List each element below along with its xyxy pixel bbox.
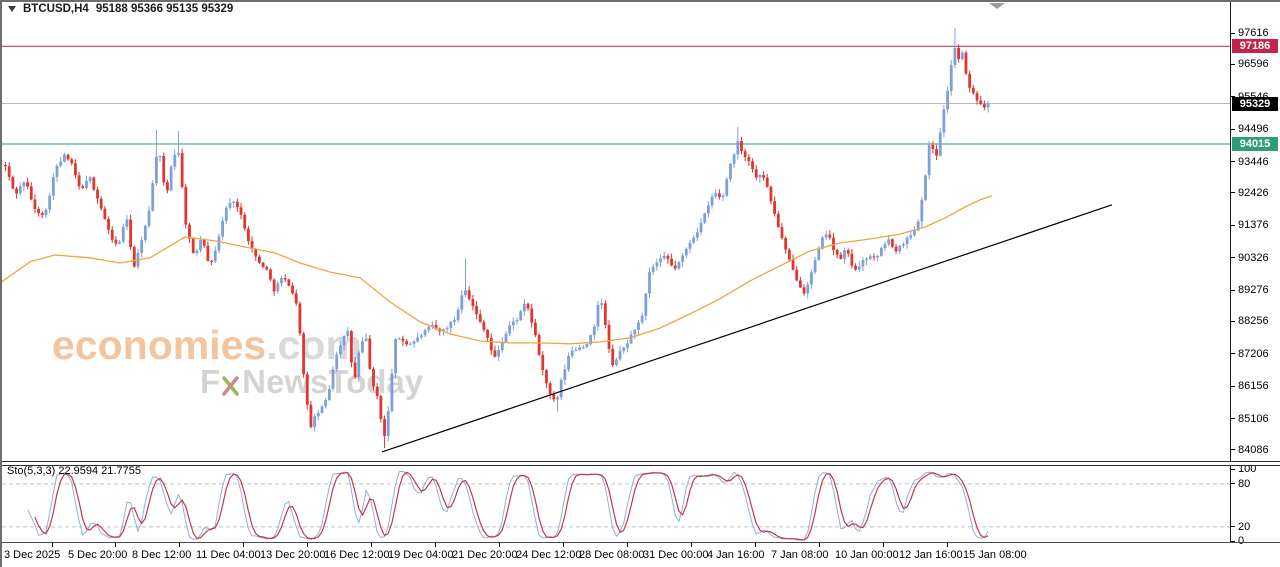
time-axis-label: 5 Dec 20:00 bbox=[68, 549, 127, 561]
price-axis-label: 90326 bbox=[1238, 252, 1269, 264]
price-chart-canvas[interactable] bbox=[0, 0, 1230, 462]
price-axis-label: 89276 bbox=[1238, 284, 1269, 296]
time-axis-tick bbox=[691, 543, 692, 547]
time-axis-label: 21 Dec 20:00 bbox=[452, 549, 517, 561]
chart-title: BTCUSD,H4 95188 95366 95135 95329 bbox=[8, 3, 233, 15]
time-axis-tick bbox=[435, 543, 436, 547]
time-axis-label: 19 Dec 04:00 bbox=[388, 549, 453, 561]
price-axis-label: 96596 bbox=[1238, 58, 1269, 70]
pane-separator[interactable] bbox=[0, 461, 1280, 466]
time-axis-label: 8 Dec 12:00 bbox=[132, 549, 191, 561]
mt4-chart-window: economies.com F NewsToday BTCUSD,H4 9518… bbox=[0, 0, 1280, 567]
price-axis-label: 92426 bbox=[1238, 187, 1269, 199]
chart-title-ohlc: 95188 95366 95135 95329 bbox=[96, 3, 234, 15]
time-axis-label: 7 Jan 08:00 bbox=[771, 549, 829, 561]
time-axis-tick bbox=[627, 543, 628, 547]
time-axis-tick bbox=[755, 543, 756, 547]
time-axis-label: 4 Jan 16:00 bbox=[707, 549, 765, 561]
time-axis-label: 12 Jan 16:00 bbox=[899, 549, 963, 561]
symbol-dropdown-icon[interactable] bbox=[8, 6, 16, 12]
window-border-left bbox=[0, 0, 2, 567]
resistance-price-tag[interactable]: 97186 bbox=[1232, 39, 1278, 53]
price-axis-label: 85106 bbox=[1238, 413, 1269, 425]
price-axis-label: 88256 bbox=[1238, 315, 1269, 327]
price-axis-label: 91376 bbox=[1238, 219, 1269, 231]
time-axis-label: 15 Jan 08:00 bbox=[963, 549, 1027, 561]
price-axis-label: 86156 bbox=[1238, 380, 1269, 392]
time-axis-label: 24 Dec 12:00 bbox=[516, 549, 581, 561]
price-axis-label: 93446 bbox=[1238, 156, 1269, 168]
price-axis-label: 97616 bbox=[1238, 27, 1269, 39]
time-axis-divider bbox=[0, 542, 1280, 543]
time-axis-label: 28 Dec 08:00 bbox=[579, 549, 644, 561]
current-price-tag: 95329 bbox=[1232, 97, 1278, 111]
stochastic-label: Sto(5,3,3) 22.9594 21.7755 bbox=[7, 465, 141, 477]
time-axis-tick bbox=[115, 543, 116, 547]
stochastic-canvas[interactable] bbox=[0, 464, 1230, 542]
time-axis-tick bbox=[499, 543, 500, 547]
window-border-top bbox=[0, 0, 1280, 2]
time-axis-tick bbox=[371, 543, 372, 547]
time-axis-label: 3 Dec 2025 bbox=[4, 549, 60, 561]
time-axis-tick bbox=[563, 543, 564, 547]
price-axis-label: 94496 bbox=[1238, 123, 1269, 135]
time-axis-tick bbox=[947, 543, 948, 547]
chart-title-symbol: BTCUSD,H4 bbox=[23, 3, 89, 15]
time-axis-tick bbox=[883, 543, 884, 547]
time-axis-tick bbox=[243, 543, 244, 547]
price-axis-label: 84086 bbox=[1238, 444, 1269, 456]
time-axis-label: 31 Dec 00:00 bbox=[643, 549, 708, 561]
time-axis-label: 11 Dec 04:00 bbox=[196, 549, 261, 561]
time-axis-label: 13 Dec 20:00 bbox=[260, 549, 325, 561]
support-price-tag[interactable]: 94015 bbox=[1232, 137, 1278, 151]
time-axis-label: 16 Dec 12:00 bbox=[324, 549, 389, 561]
sto-axis-label: 20 bbox=[1238, 521, 1250, 533]
sto-axis-label: 80 bbox=[1238, 478, 1250, 490]
price-axis-label: 87206 bbox=[1238, 348, 1269, 360]
time-axis-tick bbox=[52, 543, 53, 547]
time-axis-tick bbox=[179, 543, 180, 547]
time-axis-tick bbox=[307, 543, 308, 547]
chart-shift-icon[interactable] bbox=[989, 3, 1005, 9]
time-axis-label: 10 Jan 00:00 bbox=[835, 549, 899, 561]
time-axis-tick bbox=[819, 543, 820, 547]
